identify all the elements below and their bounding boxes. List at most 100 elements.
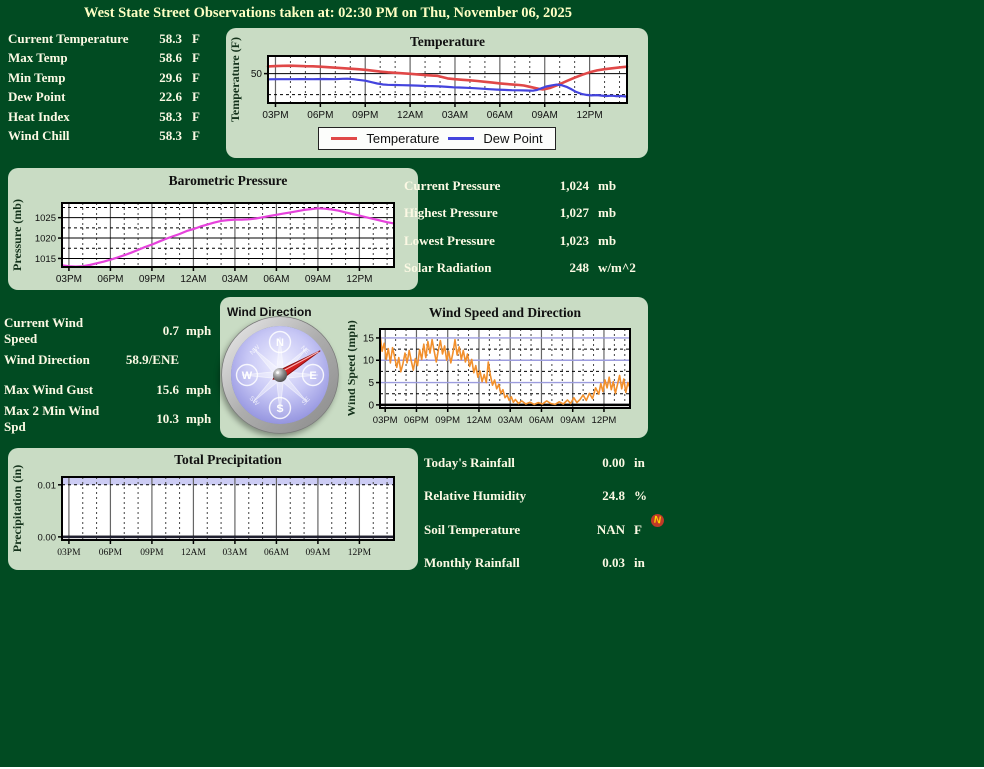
svg-text:1020: 1020 xyxy=(35,234,56,245)
stat-label: Today's Rainfall xyxy=(424,455,569,471)
stat-unit: F xyxy=(192,109,208,125)
svg-text:03AM: 03AM xyxy=(222,274,248,285)
svg-text:12AM: 12AM xyxy=(181,548,206,558)
stat-row: Max 2 Min Wind Spd10.3mph xyxy=(4,405,216,435)
wind-panel: Wind Direction NW NE SE SW xyxy=(220,297,648,438)
stat-value: 58.9/ENE xyxy=(101,352,179,368)
stat-value: 1,027 xyxy=(533,205,589,221)
stat-value: 0.00 xyxy=(569,455,625,471)
stat-label: Max 2 Min Wind Spd xyxy=(4,403,101,435)
stat-row: Soil TemperatureNANFN xyxy=(424,513,658,547)
stat-unit: mph xyxy=(186,411,216,427)
stat-row: Monthly Rainfall0.03in xyxy=(424,547,658,581)
stat-row: Current Pressure1,024 mb xyxy=(404,172,654,200)
stat-row: Min Temp29.6F xyxy=(8,68,208,88)
svg-text:Precipitation (in): Precipitation (in) xyxy=(10,465,24,552)
stat-row: Heat Index58.3F xyxy=(8,107,208,127)
svg-text:12AM: 12AM xyxy=(180,274,206,285)
stat-unit: F xyxy=(192,50,208,66)
temperature-chart: 03PM06PM09PM12AM03AM06AM09AM12PM50Temper… xyxy=(226,28,648,124)
legend-label-temperature: Temperature xyxy=(366,131,439,146)
stat-label: Min Temp xyxy=(8,70,138,86)
temperature-line-swatch xyxy=(331,137,357,140)
svg-text:03PM: 03PM xyxy=(56,274,82,285)
stat-label: Solar Radiation xyxy=(404,260,533,276)
stat-label: Soil Temperature xyxy=(424,522,569,538)
stat-unit: F xyxy=(192,89,208,105)
stat-unit: mph xyxy=(186,323,216,339)
svg-text:Temperature (F): Temperature (F) xyxy=(228,37,242,122)
stat-row: Max Wind Gust15.6 mph xyxy=(4,375,216,405)
stat-unit: mb xyxy=(598,205,654,221)
stat-value: 1,023 xyxy=(533,233,589,249)
stat-unit: % xyxy=(634,488,658,504)
stat-row: Dew Point22.6 F xyxy=(8,88,208,108)
svg-text:09AM: 09AM xyxy=(560,415,585,426)
svg-text:03PM: 03PM xyxy=(262,110,288,121)
stat-row: Lowest Pressure1,023 mb xyxy=(404,227,654,255)
svg-text:03AM: 03AM xyxy=(498,415,523,426)
stat-value: 22.6 xyxy=(138,89,182,105)
pressure-panel: 03PM06PM09PM12AM03AM06AM09AM12PM10251020… xyxy=(8,168,418,290)
wind-stats: Current Wind Speed0.7 mph Wind Direction5… xyxy=(4,316,216,434)
stat-row: Today's Rainfall0.00in xyxy=(424,446,658,480)
stat-row: Solar Radiation248w/m^2 xyxy=(404,255,654,283)
wind-speed-chart: 03PM06PM09PM12AM03AM06AM09AM12PM151050Wi… xyxy=(348,299,648,437)
stat-label: Monthly Rainfall xyxy=(424,555,569,571)
stat-label: Lowest Pressure xyxy=(404,233,533,249)
stat-label: Heat Index xyxy=(8,109,138,125)
svg-text:06AM: 06AM xyxy=(487,110,513,121)
svg-text:0.01: 0.01 xyxy=(38,480,57,491)
stat-label: Current Pressure xyxy=(404,178,533,194)
svg-text:Total Precipitation: Total Precipitation xyxy=(174,452,282,467)
stat-label: Current Wind Speed xyxy=(4,315,101,347)
stat-row: Relative Humidity24.8% xyxy=(424,480,658,514)
stat-value: 0.03 xyxy=(569,555,625,571)
stat-row: Wind Direction58.9/ENE xyxy=(4,346,216,376)
svg-text:06AM: 06AM xyxy=(264,548,289,558)
stat-unit: mph xyxy=(186,382,216,398)
nan-badge: N xyxy=(650,513,665,528)
page-title: West State Street Observations taken at:… xyxy=(0,5,656,22)
stat-value: 58.3 xyxy=(138,31,182,47)
stat-value: 24.8 xyxy=(569,488,625,504)
svg-text:12AM: 12AM xyxy=(467,415,492,426)
stat-label: Wind Chill xyxy=(8,128,138,144)
stat-value: NAN xyxy=(569,522,625,538)
stat-label: Max Wind Gust xyxy=(4,382,101,398)
svg-text:09PM: 09PM xyxy=(352,110,378,121)
precipitation-panel: 03PM06PM09PM12AM03AM06AM09AM12PM0.010.00… xyxy=(8,448,418,570)
svg-text:12PM: 12PM xyxy=(577,110,603,121)
dew-point-line-swatch xyxy=(448,137,474,140)
stat-row: Current Wind Speed0.7 mph xyxy=(4,316,216,346)
stat-unit: F xyxy=(192,31,208,47)
svg-text:50: 50 xyxy=(251,69,263,80)
svg-text:10: 10 xyxy=(363,356,375,367)
compass-cardinal-w: W xyxy=(242,370,253,382)
stat-unit: F xyxy=(192,128,208,144)
stat-unit: mb xyxy=(598,233,654,249)
stat-label: Dew Point xyxy=(8,89,138,105)
svg-text:09PM: 09PM xyxy=(139,274,165,285)
svg-text:09PM: 09PM xyxy=(140,548,164,558)
compass-cardinal-s: S xyxy=(276,403,283,415)
svg-text:09AM: 09AM xyxy=(532,110,558,121)
stat-value: 15.6 xyxy=(101,382,179,398)
stat-value: 0.7 xyxy=(101,323,179,339)
compass-hub xyxy=(273,368,287,382)
svg-text:12PM: 12PM xyxy=(592,415,617,426)
stat-unit: mb xyxy=(598,178,654,194)
stat-row: Current Temperature58.3F xyxy=(8,29,208,49)
stat-unit: w/m^2 xyxy=(598,260,654,276)
svg-text:06AM: 06AM xyxy=(263,274,289,285)
svg-text:Wind Speed and Direction: Wind Speed and Direction xyxy=(429,305,582,320)
svg-text:Pressure (mb): Pressure (mb) xyxy=(10,199,24,271)
stat-value: 1,024 xyxy=(533,178,589,194)
svg-text:03PM: 03PM xyxy=(373,415,398,426)
svg-text:09AM: 09AM xyxy=(305,274,331,285)
svg-text:06PM: 06PM xyxy=(99,548,123,558)
svg-text:5: 5 xyxy=(368,378,374,389)
stat-label: Wind Direction xyxy=(4,352,101,368)
rain-stats: Today's Rainfall0.00in Relative Humidity… xyxy=(424,446,658,580)
svg-text:1025: 1025 xyxy=(35,213,56,224)
